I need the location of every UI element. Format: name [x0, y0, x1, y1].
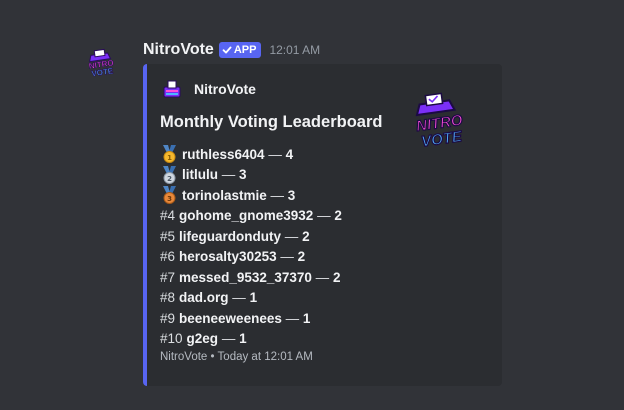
app-badge: APP [218, 42, 262, 58]
leaderboard-row: 1 ruthless6404 — 4 [160, 144, 342, 165]
leaderboard-row: #6 herosalty30253 — 2 [160, 247, 342, 268]
nitrovote-logo-icon[interactable]: NITRO VOTE [406, 88, 472, 154]
message-timestamp[interactable]: 12:01 AM [269, 43, 320, 57]
leaderboard-row: #8 dad.org — 1 [160, 288, 342, 309]
separator: — [232, 290, 246, 306]
footer-dot: • [210, 351, 215, 363]
leaderboard-row: #7 messed_9532_37370 — 2 [160, 267, 342, 288]
app-badge-label: APP [233, 44, 257, 56]
leader-name: g2eg [186, 331, 219, 347]
leader-score: 2 [297, 249, 306, 265]
separator: — [317, 208, 331, 224]
leader-rank: #7 [160, 269, 176, 285]
leaderboard-row: 3 torinolastmie — 3 [160, 185, 342, 206]
leader-rank: #4 [160, 208, 176, 224]
bronze-medal-icon: 3 [163, 186, 176, 205]
leader-score: 3 [239, 167, 247, 183]
leaderboard-row: #10 g2eg — 1 [160, 329, 342, 350]
embed-title: Monthly Voting Leaderboard [160, 113, 383, 131]
leader-rank: #8 [160, 290, 176, 306]
footer-name: NitroVote [160, 351, 208, 363]
separator: — [270, 187, 285, 203]
leader-rank: #10 [160, 331, 183, 347]
leader-rank: #5 [160, 228, 176, 244]
chat-message: NITRO VOTE NitroVote APP 12:01 AM NitroV… [0, 0, 624, 410]
leader-rank: #9 [160, 310, 176, 326]
message-header: NitroVote APP 12:01 AM [143, 40, 320, 60]
leader-name: ruthless6404 [182, 146, 265, 162]
leader-name: dad.org [179, 290, 229, 306]
nitrovote-avatar-icon[interactable]: NITRO VOTE [82, 44, 120, 82]
gold-medal-icon: 1 [163, 145, 176, 164]
leader-name: torinolastmie [182, 187, 267, 203]
leaderboard-row: #9 beeneeweenees — 1 [160, 308, 342, 329]
leader-score: 1 [249, 290, 258, 306]
embed-author-name[interactable]: NitroVote [194, 81, 256, 97]
svg-text:2: 2 [167, 175, 172, 183]
leaderboard-row: 2 litlulu — 3 [160, 165, 342, 186]
leader-score: 1 [302, 310, 311, 326]
embed-footer: NitroVote • Today at 12:01 AM [160, 351, 313, 363]
footer-time: Today at 12:01 AM [217, 351, 313, 363]
leader-score: 3 [287, 187, 296, 203]
leaderboard-row: #5 lifeguardonduty — 2 [160, 226, 342, 247]
leader-score: 2 [334, 208, 342, 224]
leader-name: litlulu [182, 167, 218, 183]
leaderboard-list: 1 ruthless6404 — 4 2 litlulu — 3 3 torin… [160, 144, 342, 349]
leader-name: beeneeweenees [179, 310, 282, 326]
separator: — [284, 228, 299, 244]
leader-score: 4 [285, 146, 294, 162]
leader-score: 2 [332, 269, 341, 285]
svg-text:3: 3 [167, 195, 172, 203]
leader-name: herosalty30253 [179, 249, 277, 265]
embed-author: NitroVote [161, 78, 256, 100]
leader-name: gohome_gnome3932 [179, 208, 314, 224]
svg-text:VOTE: VOTE [91, 66, 114, 78]
leader-name: messed_9532_37370 [179, 269, 312, 285]
leader-name: lifeguardonduty [179, 228, 282, 244]
checkmark-icon [222, 46, 232, 54]
leaderboard-embed: NitroVote NITRO VOTE Monthly Voting Lead… [143, 64, 502, 386]
separator: — [285, 310, 300, 326]
svg-text:1: 1 [167, 154, 172, 162]
leader-score: 1 [239, 331, 247, 347]
separator: — [221, 331, 236, 347]
leaderboard-row: #4 gohome_gnome3932 — 2 [160, 206, 342, 227]
separator: — [268, 146, 282, 162]
silver-medal-icon: 2 [163, 165, 176, 184]
separator: — [315, 269, 330, 285]
nitrovote-ballot-icon [163, 80, 181, 98]
leader-rank: #6 [160, 249, 176, 265]
separator: — [280, 249, 294, 265]
username[interactable]: NitroVote [143, 41, 214, 59]
leader-score: 2 [302, 228, 310, 244]
separator: — [221, 167, 236, 183]
